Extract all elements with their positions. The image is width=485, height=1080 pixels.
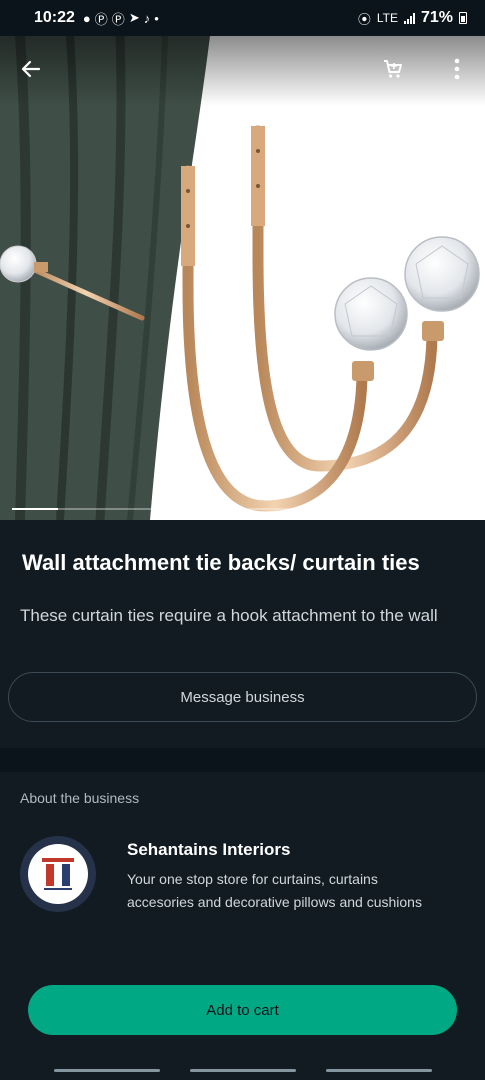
product-title: Wall attachment tie backs/ curtain ties: [22, 550, 420, 575]
signal-icon: [403, 12, 415, 24]
more-vert-icon: [454, 58, 460, 80]
business-description: Your one stop store for curtains, curtai…: [127, 868, 467, 914]
about-business-heading: About the business: [20, 790, 140, 806]
product-description: These curtain ties require a hook attach…: [20, 606, 438, 625]
status-time: 10:22: [34, 9, 75, 26]
more-options-button[interactable]: [442, 52, 472, 86]
nav-back[interactable]: [326, 1069, 432, 1072]
product-image[interactable]: [0, 36, 485, 520]
image-carousel-progress: [12, 508, 473, 510]
snapchat-icon: ●: [82, 10, 91, 26]
business-name[interactable]: Sehantains Interiors: [127, 840, 290, 860]
battery-percent: 71%: [420, 9, 453, 26]
facebook-icon: Ⓟ: [94, 11, 108, 27]
back-button[interactable]: [14, 52, 48, 86]
cart-button[interactable]: [376, 52, 410, 86]
product-photo: [0, 36, 480, 520]
notification-icons: ● Ⓟ Ⓟ ➤ ♪ •: [83, 9, 159, 28]
section-divider: [0, 748, 485, 772]
hotspot-icon: ⦿: [357, 11, 371, 27]
message-business-button[interactable]: Message business: [8, 672, 477, 722]
arrow-left-icon: [21, 60, 41, 78]
business-logo-icon: [42, 858, 74, 890]
business-description-line: Your one stop store for curtains, curtai…: [127, 871, 378, 887]
add-to-cart-button[interactable]: Add to cart: [28, 985, 457, 1035]
status-bar: 10:22 ● Ⓟ Ⓟ ➤ ♪ • ⦿ LTE 71%: [0, 0, 485, 36]
business-description-line: accesories and decorative pillows and cu…: [127, 894, 422, 910]
business-logo[interactable]: [20, 836, 96, 912]
system-nav-bar: [0, 1062, 485, 1080]
battery-icon: [459, 12, 467, 24]
tiktok-icon: ♪: [143, 10, 151, 26]
dot-icon: •: [154, 10, 159, 26]
logo-inner: [28, 844, 88, 904]
nav-home[interactable]: [190, 1069, 296, 1072]
nav-recents[interactable]: [54, 1069, 160, 1072]
facebook-icon: Ⓟ: [111, 11, 125, 27]
image-overlay: [0, 36, 485, 106]
cart-icon: [384, 60, 402, 78]
carousel-progress-fill: [12, 508, 59, 510]
network-type: LTE: [376, 11, 398, 25]
telegram-icon: ➤: [128, 10, 140, 25]
